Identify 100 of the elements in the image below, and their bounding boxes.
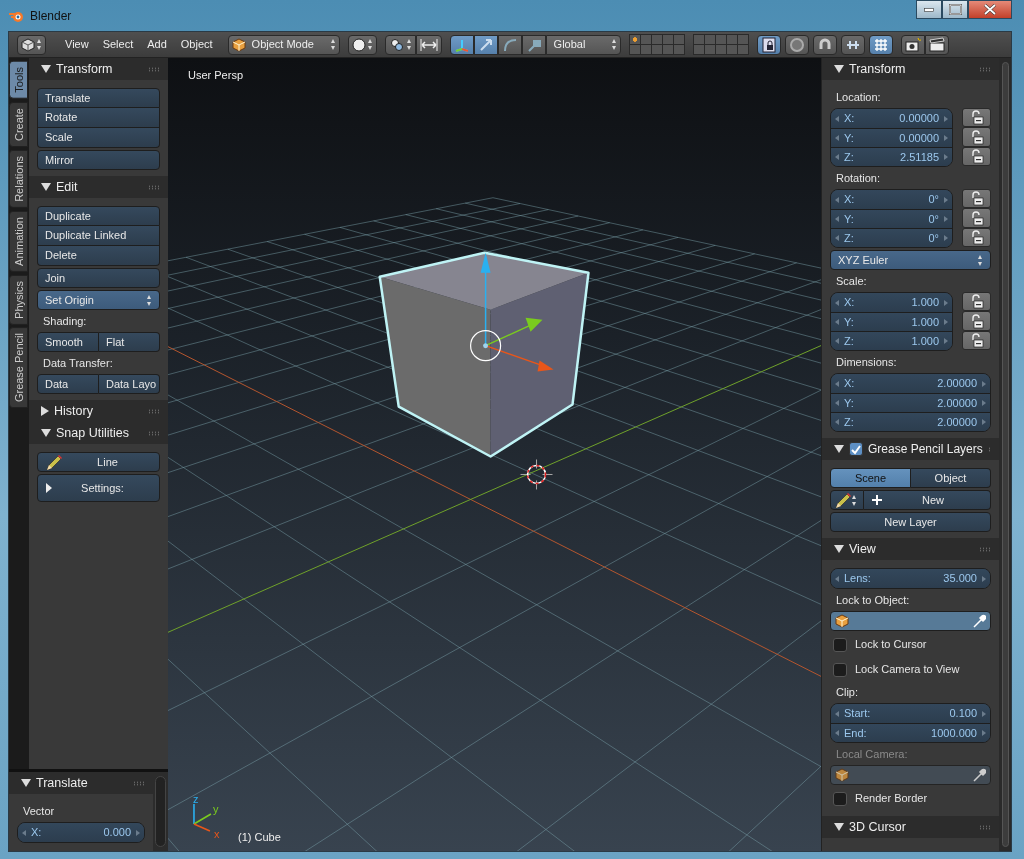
lock-button[interactable] (962, 330, 991, 351)
tool-button[interactable]: Data Layo (99, 374, 160, 394)
disclosure-triangle-icon[interactable] (21, 779, 31, 787)
transform-gizmo-drawing[interactable] (470, 252, 554, 372)
tool-button[interactable]: Data (37, 374, 99, 394)
circle-icon (788, 36, 805, 53)
menu-item[interactable]: Add (140, 36, 174, 53)
toggle-button[interactable] (756, 34, 781, 55)
checkbox-label[interactable]: Render Border (855, 790, 928, 807)
panel-title[interactable]: Edit (56, 177, 78, 197)
tool-tab[interactable]: Relations (9, 149, 28, 208)
eyedropper-icon (972, 768, 986, 782)
menu-item[interactable]: View (58, 36, 96, 53)
settings-expander[interactable]: Settings: (37, 474, 160, 502)
mode-dropdown[interactable]: Object Mode (227, 34, 340, 55)
tool-button[interactable]: Mirror (37, 150, 160, 170)
dropdown[interactable]: XYZ Euler (830, 250, 991, 270)
lock-button[interactable] (962, 208, 991, 228)
eyedropper-icon (972, 614, 986, 628)
checkbox[interactable] (849, 442, 863, 456)
scrollbar-thumb[interactable] (155, 776, 166, 847)
menu-item[interactable]: Object (173, 36, 220, 53)
tool-button[interactable]: Duplicate Linked (37, 226, 160, 246)
checkbox[interactable] (833, 791, 847, 806)
menu-item[interactable]: Select (95, 36, 141, 53)
number-field[interactable]: Z: 1.000 (831, 331, 952, 350)
field-label: Dimensions: (835, 354, 898, 370)
render-animation-button[interactable] (924, 34, 949, 55)
number-field[interactable]: End: 1000.000 (831, 723, 990, 742)
axis-label: x (213, 828, 220, 840)
toggle-button[interactable] (812, 34, 837, 55)
tool-button[interactable]: Translate (37, 88, 160, 108)
cursor-drawing[interactable] (520, 459, 553, 490)
draw-line-button[interactable]: Line (37, 452, 160, 472)
tool-tab[interactable]: Tools (9, 61, 28, 99)
lock-button[interactable] (962, 189, 991, 209)
field-label: Scale: (835, 273, 868, 289)
tool-tab[interactable]: Animation (9, 210, 28, 272)
number-field[interactable]: Z: 2.00000 (831, 412, 990, 431)
lock-button[interactable] (962, 127, 991, 147)
tool-button[interactable]: Join (37, 268, 160, 288)
render-button[interactable] (900, 34, 925, 55)
lock-button[interactable] (962, 311, 991, 331)
field-label: Rotation: (835, 170, 882, 186)
segment-tab[interactable]: Scene (830, 468, 911, 488)
lock-button[interactable] (962, 146, 991, 167)
shading-dropdown[interactable] (347, 34, 377, 55)
toggle-button[interactable] (840, 34, 865, 55)
orientation-dropdown[interactable]: Global (545, 34, 621, 55)
lock-button[interactable] (962, 108, 991, 128)
disclosure-triangle-icon[interactable] (41, 429, 51, 437)
pencil-dropdown[interactable] (830, 490, 864, 510)
number-field[interactable]: X: 0.000 (18, 823, 144, 842)
object-field[interactable] (830, 611, 991, 631)
manipulator-button[interactable] (497, 34, 522, 55)
lock-button[interactable] (962, 227, 991, 248)
new-button[interactable]: New (864, 490, 991, 510)
manipulator-button[interactable] (449, 34, 474, 55)
tool-button[interactable]: Smooth (37, 332, 99, 352)
panel-title[interactable]: View (849, 539, 876, 559)
maximize-button[interactable] (942, 0, 968, 19)
segment-tab[interactable]: Object (911, 468, 991, 488)
lock-button[interactable] (962, 292, 991, 312)
disclosure-triangle-icon[interactable] (834, 823, 844, 831)
scrollbar-thumb[interactable] (1001, 62, 1009, 847)
field-label: Shading: (42, 313, 88, 329)
tool-tab[interactable]: Grease Pencil (9, 327, 28, 409)
tool-button[interactable]: New Layer (830, 512, 991, 532)
manipulator-toggle-button[interactable] (415, 34, 442, 55)
tool-button[interactable]: Duplicate (37, 206, 160, 226)
cube-drawing[interactable] (378, 251, 590, 458)
cube-icon (835, 768, 849, 782)
dropdown[interactable]: Set Origin (37, 290, 160, 310)
close-button[interactable] (968, 0, 1012, 19)
tool-tab[interactable]: Create (9, 101, 28, 147)
toggle-button[interactable] (868, 34, 893, 55)
number-field[interactable]: Z: 2.51185 (831, 147, 952, 166)
minimize-button[interactable] (916, 0, 942, 19)
tool-button[interactable]: Flat (99, 332, 160, 352)
disclosure-triangle-icon[interactable] (41, 183, 51, 191)
disclosure-triangle-icon[interactable] (834, 545, 844, 553)
field-label: Data Transfer: (42, 355, 114, 371)
checkbox-label[interactable]: Lock Camera to View (855, 661, 960, 678)
checkbox[interactable] (833, 662, 847, 677)
toggle-button[interactable] (784, 34, 809, 55)
tool-button[interactable]: Rotate (37, 108, 160, 128)
disclosure-triangle-icon[interactable] (834, 65, 844, 73)
checkbox-label[interactable]: Lock to Cursor (855, 636, 927, 653)
tool-button[interactable]: Delete (37, 246, 160, 266)
manipulator-button[interactable] (473, 34, 498, 55)
maximize-icon (948, 4, 962, 15)
number-field[interactable]: Lens: 35.000 (831, 569, 990, 588)
number-field[interactable]: Z: 0° (831, 228, 952, 247)
tool-button[interactable]: Scale (37, 128, 160, 148)
editor-type-button[interactable] (17, 34, 46, 55)
pivot-dropdown[interactable] (384, 34, 416, 55)
tool-tab[interactable]: Physics (9, 274, 28, 325)
manipulator-button[interactable] (521, 34, 546, 55)
checkbox[interactable] (833, 637, 847, 652)
disclosure-triangle-icon[interactable] (41, 65, 51, 73)
